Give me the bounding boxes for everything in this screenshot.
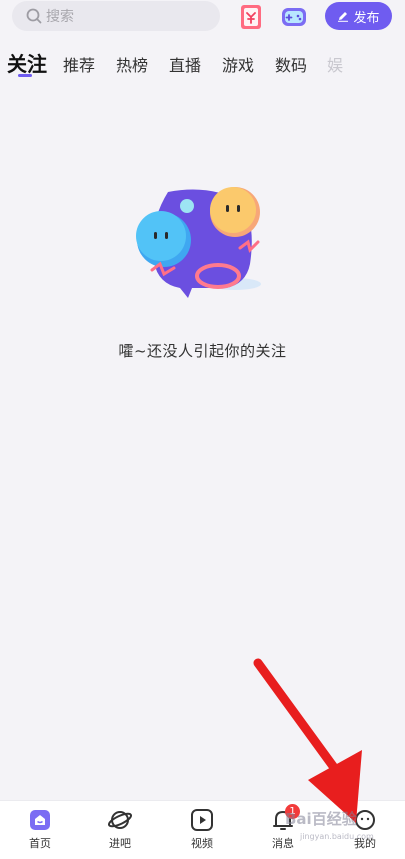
tab-recommend[interactable]: 推荐 bbox=[63, 52, 95, 76]
search-icon bbox=[26, 8, 42, 24]
tab-entertainment[interactable]: 娱 bbox=[327, 52, 343, 76]
search-placeholder: 搜索 bbox=[46, 9, 74, 25]
tab-following[interactable]: 关注 bbox=[7, 48, 47, 77]
nav-home-label: 首页 bbox=[29, 837, 51, 850]
tab-live[interactable]: 直播 bbox=[169, 52, 201, 76]
planet-icon bbox=[107, 811, 133, 829]
empty-state-illustration bbox=[136, 187, 261, 298]
tab-digital[interactable]: 数码 bbox=[275, 52, 307, 76]
gamepad-icon bbox=[282, 8, 306, 26]
tab-games[interactable]: 游戏 bbox=[222, 52, 254, 76]
sign-card-icon bbox=[241, 5, 261, 29]
nav-bar[interactable]: 进吧 bbox=[92, 807, 148, 857]
nav-video[interactable]: 视频 bbox=[174, 807, 230, 857]
nav-video-label: 视频 bbox=[191, 837, 213, 850]
nav-bar-label: 进吧 bbox=[109, 837, 131, 850]
sign-in-button[interactable] bbox=[236, 2, 266, 32]
top-bar: 搜索 发布 bbox=[0, 0, 405, 36]
nav-home[interactable]: 首页 bbox=[12, 807, 68, 857]
home-icon bbox=[30, 810, 50, 830]
publish-button[interactable]: 发布 bbox=[325, 2, 392, 30]
game-button[interactable] bbox=[279, 2, 309, 32]
video-icon bbox=[191, 809, 213, 831]
pencil-icon bbox=[338, 12, 349, 22]
publish-label: 发布 bbox=[353, 10, 380, 26]
category-tabs: 关注 推荐 热榜 直播 游戏 数码 娱 bbox=[0, 44, 405, 82]
watermark-logo: Bai百经验 bbox=[285, 810, 357, 828]
empty-state-message: 嚯~还没人引起你的关注 bbox=[118, 342, 287, 360]
tab-hot-list[interactable]: 热榜 bbox=[116, 52, 148, 76]
watermark-url: jingyan.baidu.com bbox=[300, 832, 374, 841]
active-tab-indicator bbox=[18, 74, 32, 77]
search-input[interactable]: 搜索 bbox=[12, 1, 220, 31]
